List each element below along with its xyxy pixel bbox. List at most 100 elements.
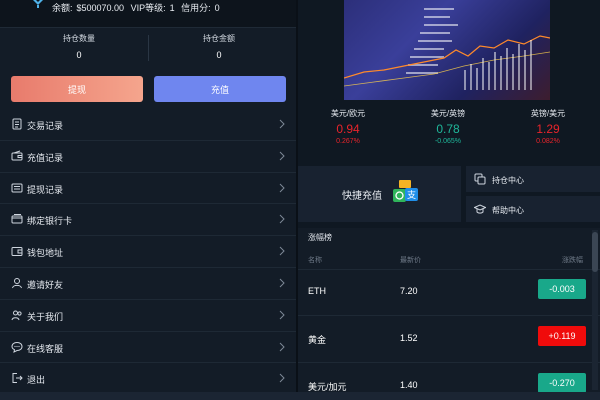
withdraw-button[interactable]: 提现 [11, 76, 143, 102]
chevron-right-icon [279, 215, 285, 224]
menu-item-label: 钱包地址 [27, 248, 64, 259]
list-icon [11, 183, 23, 193]
rate-usd-gbp[interactable]: 美元/英镑 0.78 -0.065% [398, 108, 498, 145]
bank-card-icon [11, 214, 23, 224]
chevron-right-icon [279, 246, 285, 256]
holdings-divider [148, 35, 149, 61]
rate-pair: 美元/英镑 [430, 109, 466, 118]
rate-price: 0.78 [436, 122, 460, 136]
menu-item-bind-bank-card[interactable]: 绑定银行卡 [0, 204, 296, 237]
bottom-navigation-bar[interactable] [0, 392, 600, 400]
header-name: 名称 [308, 257, 322, 264]
rate-gbp-usd[interactable]: 英镑/美元 1.29 0.082% [498, 108, 598, 145]
market-banner-image[interactable] [344, 0, 550, 100]
account-summary-bar: 余额: $500070.00 VIP等级: 1 信用分: 0 [0, 0, 296, 28]
menu-item-label: 退出 [27, 375, 46, 386]
user-icon [12, 277, 22, 289]
rate-change: 0.267% [336, 138, 360, 145]
menu-item-about-us[interactable]: 关于我们 [0, 300, 296, 332]
vip-label: VIP等级: [130, 3, 166, 13]
holding-amount: 持仓金额 0 [150, 31, 288, 65]
rate-pair: 美元/欧元 [330, 109, 366, 118]
positions-center-button[interactable]: 持仓中心 [466, 166, 600, 192]
menu-item-invite-friends[interactable]: 邀请好友 [0, 268, 296, 300]
row-change-badge: -0.270 [538, 373, 586, 393]
rate-change: 0.082% [536, 138, 560, 145]
quick-deposit-card[interactable]: 快捷充值 支 [298, 166, 461, 222]
users-icon [11, 310, 22, 320]
deposit-button[interactable]: 充值 [154, 76, 286, 102]
menu-item-label: 提现记录 [27, 184, 64, 195]
wallet-in-icon [11, 150, 23, 161]
menu-item-withdraw-records[interactable]: 提现记录 [0, 173, 296, 205]
holdings-summary: 持仓数量 0 持仓金额 0 [10, 31, 290, 65]
gainers-title: 涨幅榜 [308, 233, 332, 242]
menu-item-label: 在线客服 [27, 343, 64, 354]
gainers-list: 涨幅榜 名称 最新价 涨跌幅 ETH 7.20 -0.003 黄金 1.52 +… [298, 228, 600, 400]
holding-quantity-value: 0 [76, 50, 82, 60]
stock-chart-graphic [344, 8, 550, 90]
rate-usd-eur[interactable]: 美元/欧元 0.94 0.267% [298, 108, 398, 145]
row-last-price: 7.20 [400, 286, 418, 296]
graduation-cap-icon [474, 204, 486, 214]
menu-item-online-support[interactable]: 在线客服 [0, 332, 296, 364]
row-change-badge: +0.119 [538, 326, 586, 346]
menu-item-label: 充值记录 [27, 152, 64, 163]
holding-amount-label: 持仓金额 [203, 34, 235, 43]
payment-apps-icon: 支 [393, 180, 418, 202]
menu-item-logout[interactable]: 退出 [0, 363, 296, 396]
chevron-right-icon [279, 374, 285, 383]
help-center-label: 帮助中心 [492, 206, 524, 215]
help-center-button[interactable]: 帮助中心 [466, 196, 600, 222]
row-name: ETH [308, 286, 326, 296]
menu-item-label: 交易记录 [27, 121, 64, 131]
menu-item-label: 关于我们 [27, 311, 64, 322]
vip-value: 1 [169, 3, 175, 13]
credit-label: 信用分: [181, 3, 211, 13]
holding-amount-value: 0 [216, 50, 222, 60]
account-panel: 余额: $500070.00 VIP等级: 1 信用分: 0 持仓数量 0 持仓金额 … [0, 0, 296, 400]
menu-item-trade-records[interactable]: 交易记录 [0, 109, 296, 141]
account-menu: 交易记录 充值记录 提现记录 绑定银行卡 钱包地址 邀请好友 关于我们 在线客服… [0, 109, 296, 396]
account-info: 余额: $500070.00 VIP等级: 1 信用分: 0 [52, 1, 224, 14]
table-row[interactable]: 黄金 1.52 +0.119 [298, 317, 600, 363]
table-row[interactable]: ETH 7.20 -0.003 [298, 270, 600, 316]
chevron-right-icon [279, 183, 285, 192]
chat-icon [11, 341, 23, 353]
chevron-right-icon [279, 278, 285, 288]
positions-center-label: 持仓中心 [492, 176, 524, 185]
holding-quantity-label: 持仓数量 [63, 34, 95, 43]
quick-deposit-label: 快捷充值 [342, 191, 382, 202]
exchange-rates: 美元/欧元 0.94 0.267% 美元/英镑 0.78 -0.065% 英镑/… [298, 108, 600, 154]
header-change: 涨跌幅 [562, 257, 583, 264]
logout-icon [12, 373, 23, 384]
logo-icon [33, 0, 43, 8]
document-icon [12, 118, 22, 130]
svg-text:支: 支 [407, 189, 416, 201]
chevron-right-icon [279, 119, 285, 129]
credit-value: 0 [214, 3, 220, 13]
chevron-right-icon [279, 342, 285, 351]
chevron-right-icon [279, 310, 285, 320]
menu-item-label: 邀请好友 [27, 279, 64, 290]
menu-item-wallet-address[interactable]: 钱包地址 [0, 236, 296, 268]
holding-quantity: 持仓数量 0 [10, 31, 148, 65]
balance-label: 余额: [52, 3, 73, 13]
market-panel: 美元/欧元 0.94 0.267% 美元/英镑 0.78 -0.065% 英镑/… [298, 0, 600, 400]
chevron-right-icon [279, 151, 285, 161]
row-name: 黄金 [308, 335, 327, 345]
menu-item-deposit-records[interactable]: 充值记录 [0, 141, 296, 173]
rate-change: -0.065% [434, 138, 462, 145]
row-last-price: 1.40 [400, 380, 418, 390]
header-last-price: 最新价 [400, 257, 421, 264]
wallet-icon [11, 247, 23, 257]
row-last-price: 1.52 [400, 333, 418, 343]
row-change-badge: -0.003 [538, 279, 586, 299]
scrollbar-thumb[interactable] [592, 232, 598, 272]
rate-price: 1.29 [536, 122, 560, 136]
menu-item-label: 绑定银行卡 [27, 216, 73, 227]
rate-price: 0.94 [336, 122, 360, 136]
rate-pair: 英镑/美元 [530, 109, 566, 118]
copy-icon [474, 173, 486, 185]
balance-value: $500070.00 [76, 3, 125, 13]
